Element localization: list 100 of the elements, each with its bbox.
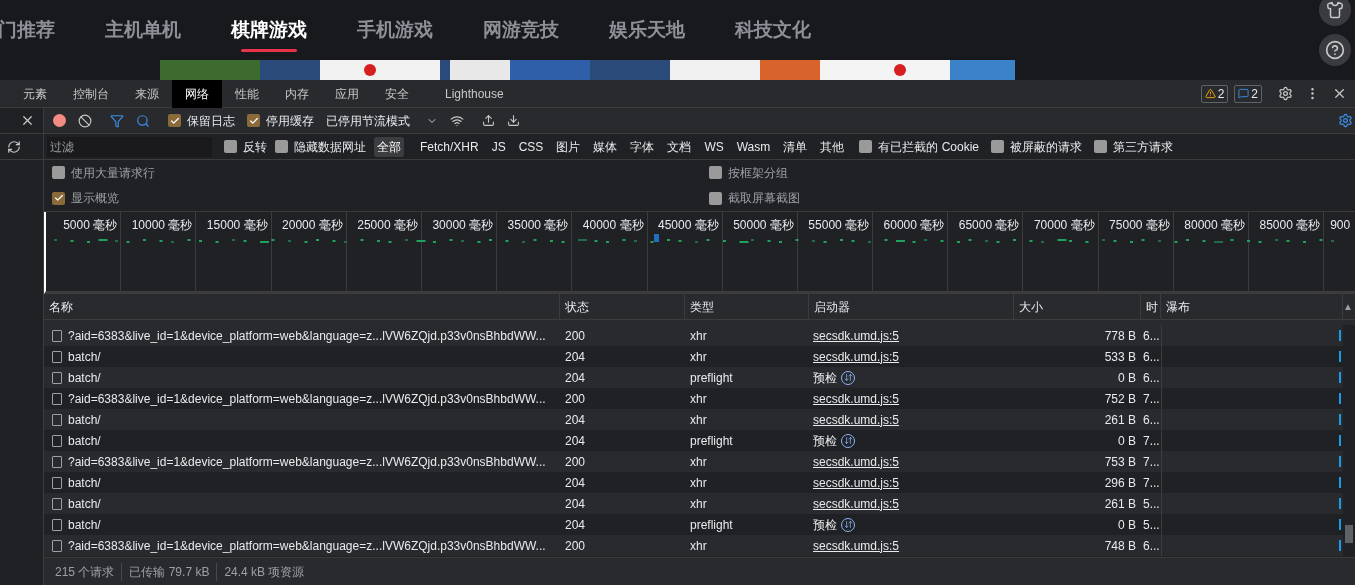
nav-tab[interactable]: 网游竞技 — [483, 15, 559, 45]
checkbox[interactable] — [1094, 140, 1107, 153]
checkbox[interactable] — [709, 166, 722, 180]
nav-tab[interactable]: 门推荐 — [0, 15, 55, 45]
request-row[interactable]: batch/ 204 xhr secsdk.umd.js:5 261 B 5... — [44, 493, 1343, 514]
request-row[interactable]: batch/ 204 xhr secsdk.umd.js:5 261 B 6... — [44, 409, 1343, 430]
checkbox[interactable] — [247, 114, 260, 127]
type-filter[interactable]: 清单 — [780, 136, 811, 157]
type-filter[interactable]: 文档 — [664, 136, 695, 157]
initiator-link[interactable]: secsdk.umd.js:5 — [813, 496, 900, 511]
column-header[interactable]: 大小 — [1014, 294, 1141, 319]
warning-badge[interactable]: 2 — [1200, 84, 1229, 103]
nav-tab[interactable]: 棋牌游戏 — [231, 15, 307, 45]
shirt-icon[interactable] — [1319, 0, 1351, 26]
size-cell-text: 752 B — [1103, 390, 1137, 408]
record-button[interactable] — [53, 114, 66, 127]
nav-tab[interactable]: 主机单机 — [105, 15, 181, 45]
request-row[interactable]: ?aid=6383&live_id=1&device_platform=web&language=z...lVW6ZQjd.p33v0nsBhbdWW... 200 xhr secsdk.umd.js:5 778 B 6... — [44, 325, 1343, 346]
request-name: batch/ — [68, 348, 101, 366]
request-name: ?aid=6383&live_id=1&device_platform=web&language=z...lVW6ZQjd.p33v0nsBhbdWW... — [68, 390, 546, 408]
checkbox[interactable] — [859, 140, 873, 153]
type-filter[interactable]: Fetch/XHR — [417, 136, 482, 157]
nav-tab[interactable]: 科技文化 — [735, 15, 811, 45]
type-filter[interactable]: CSS — [515, 136, 547, 157]
column-header[interactable]: 时 — [1141, 294, 1161, 319]
size-cell-text: 296 B — [1103, 474, 1137, 492]
timeline-tick-label: 70000 毫秒 — [1033, 217, 1095, 234]
checkbox[interactable] — [168, 114, 181, 127]
help-icon[interactable] — [1319, 34, 1351, 66]
devtools-tab[interactable]: Lighthouse — [432, 79, 517, 108]
checkbox[interactable] — [52, 166, 65, 180]
status-cell-text: 204 — [564, 369, 587, 387]
initiator-link[interactable]: secsdk.umd.js:5 — [813, 454, 900, 469]
timeline-tick-label: 30000 毫秒 — [432, 217, 494, 234]
type-filter[interactable]: 其他 — [817, 136, 848, 157]
initiator-link[interactable]: secsdk.umd.js:5 — [813, 475, 900, 490]
devtools-tab[interactable]: 内存 — [272, 79, 322, 108]
devtools-tab[interactable]: 控制台 — [60, 79, 122, 108]
devtools-tab[interactable]: 安全 — [372, 79, 422, 108]
devtools-tab[interactable]: 性能 — [222, 79, 272, 108]
close-icon[interactable] — [20, 113, 35, 128]
column-header[interactable]: 状态 — [560, 294, 685, 319]
request-row[interactable]: ?aid=6383&live_id=1&device_platform=web&language=z...lVW6ZQjd.p33v0nsBhbdWW... 200 xhr secsdk.umd.js:5 748 B 6... — [44, 535, 1343, 556]
type-filter[interactable]: JS — [488, 136, 509, 157]
file-icon — [52, 539, 62, 552]
column-header[interactable]: 名称 — [44, 294, 560, 319]
network-conditions-icon[interactable] — [450, 113, 464, 128]
close-icon[interactable] — [1332, 86, 1347, 101]
type-filter[interactable]: Wasm — [733, 136, 774, 157]
timeline-tick-label: 10000 毫秒 — [131, 217, 193, 234]
upload-icon[interactable] — [482, 114, 495, 127]
initiator-link[interactable]: secsdk.umd.js:5 — [813, 538, 900, 553]
settings-icon[interactable] — [1278, 86, 1293, 101]
initiator-link[interactable]: secsdk.umd.js:5 — [813, 391, 900, 406]
column-header[interactable]: 类型 — [685, 294, 809, 319]
download-icon[interactable] — [507, 114, 520, 127]
type-filter[interactable]: 图片 — [553, 136, 584, 157]
throttle-dropdown[interactable]: 已停用节流模式 — [326, 111, 438, 130]
request-row[interactable]: batch/ 204 preflight 预检 0 B 6... — [44, 367, 1343, 388]
filter-field[interactable]: 过滤 — [47, 136, 212, 157]
type-filter[interactable]: 媒体 — [590, 136, 621, 157]
column-header[interactable]: 启动器 — [809, 294, 1014, 319]
timeline-tick-label: 40000 毫秒 — [582, 217, 644, 234]
request-row[interactable]: ?aid=6383&live_id=1&device_platform=web&language=z...lVW6ZQjd.p33v0nsBhbdWW... 200 xhr secsdk.umd.js:5 753 B 7... — [44, 451, 1343, 472]
type-cell-text: xhr — [689, 327, 708, 345]
devtools-tab[interactable]: 来源 — [122, 79, 172, 108]
type-filter[interactable]: 字体 — [627, 136, 658, 157]
time-cell-text: 6... — [1142, 411, 1161, 429]
type-filter[interactable]: 全部 — [374, 136, 404, 157]
initiator-link[interactable]: secsdk.umd.js:5 — [813, 412, 900, 427]
devtools-tab[interactable]: 元素 — [10, 79, 60, 108]
sort-icon[interactable]: ▲ — [1343, 299, 1355, 314]
time-cell-text: 7... — [1142, 390, 1161, 408]
settings-icon[interactable] — [1338, 113, 1353, 128]
initiator-link[interactable]: secsdk.umd.js:5 — [813, 349, 900, 364]
checkbox[interactable] — [709, 191, 722, 205]
type-cell-text: xhr — [689, 474, 708, 492]
clear-icon[interactable] — [78, 113, 92, 128]
devtools-tab[interactable]: 应用 — [322, 79, 372, 108]
refresh-icon[interactable] — [7, 139, 21, 154]
request-name: ?aid=6383&live_id=1&device_platform=web&language=z...lVW6ZQjd.p33v0nsBhbdWW... — [68, 453, 546, 471]
nav-tab[interactable]: 手机游戏 — [357, 15, 433, 45]
search-icon[interactable] — [136, 113, 150, 128]
checkbox[interactable] — [224, 140, 237, 153]
type-filter[interactable]: WS — [701, 136, 727, 157]
initiator-link[interactable]: secsdk.umd.js:5 — [813, 328, 900, 343]
status-cell-text: 204 — [564, 432, 587, 450]
checkbox-label: 反转 — [243, 138, 267, 156]
checkbox[interactable] — [52, 191, 65, 205]
nav-tab[interactable]: 娱乐天地 — [609, 15, 685, 45]
type-cell-text: xhr — [689, 453, 708, 471]
checkbox[interactable] — [991, 140, 1004, 153]
filter-icon[interactable] — [110, 113, 124, 128]
size-cell-text: 261 B — [1103, 411, 1137, 429]
message-badge[interactable]: 2 — [1234, 84, 1262, 103]
checkbox[interactable] — [275, 140, 288, 153]
devtools-tab[interactable]: 网络 — [172, 79, 222, 108]
checkbox-label: 显示概览 — [71, 190, 119, 208]
column-header[interactable]: 瀑布 — [1161, 294, 1343, 319]
size-cell-text: 748 B — [1103, 537, 1137, 555]
